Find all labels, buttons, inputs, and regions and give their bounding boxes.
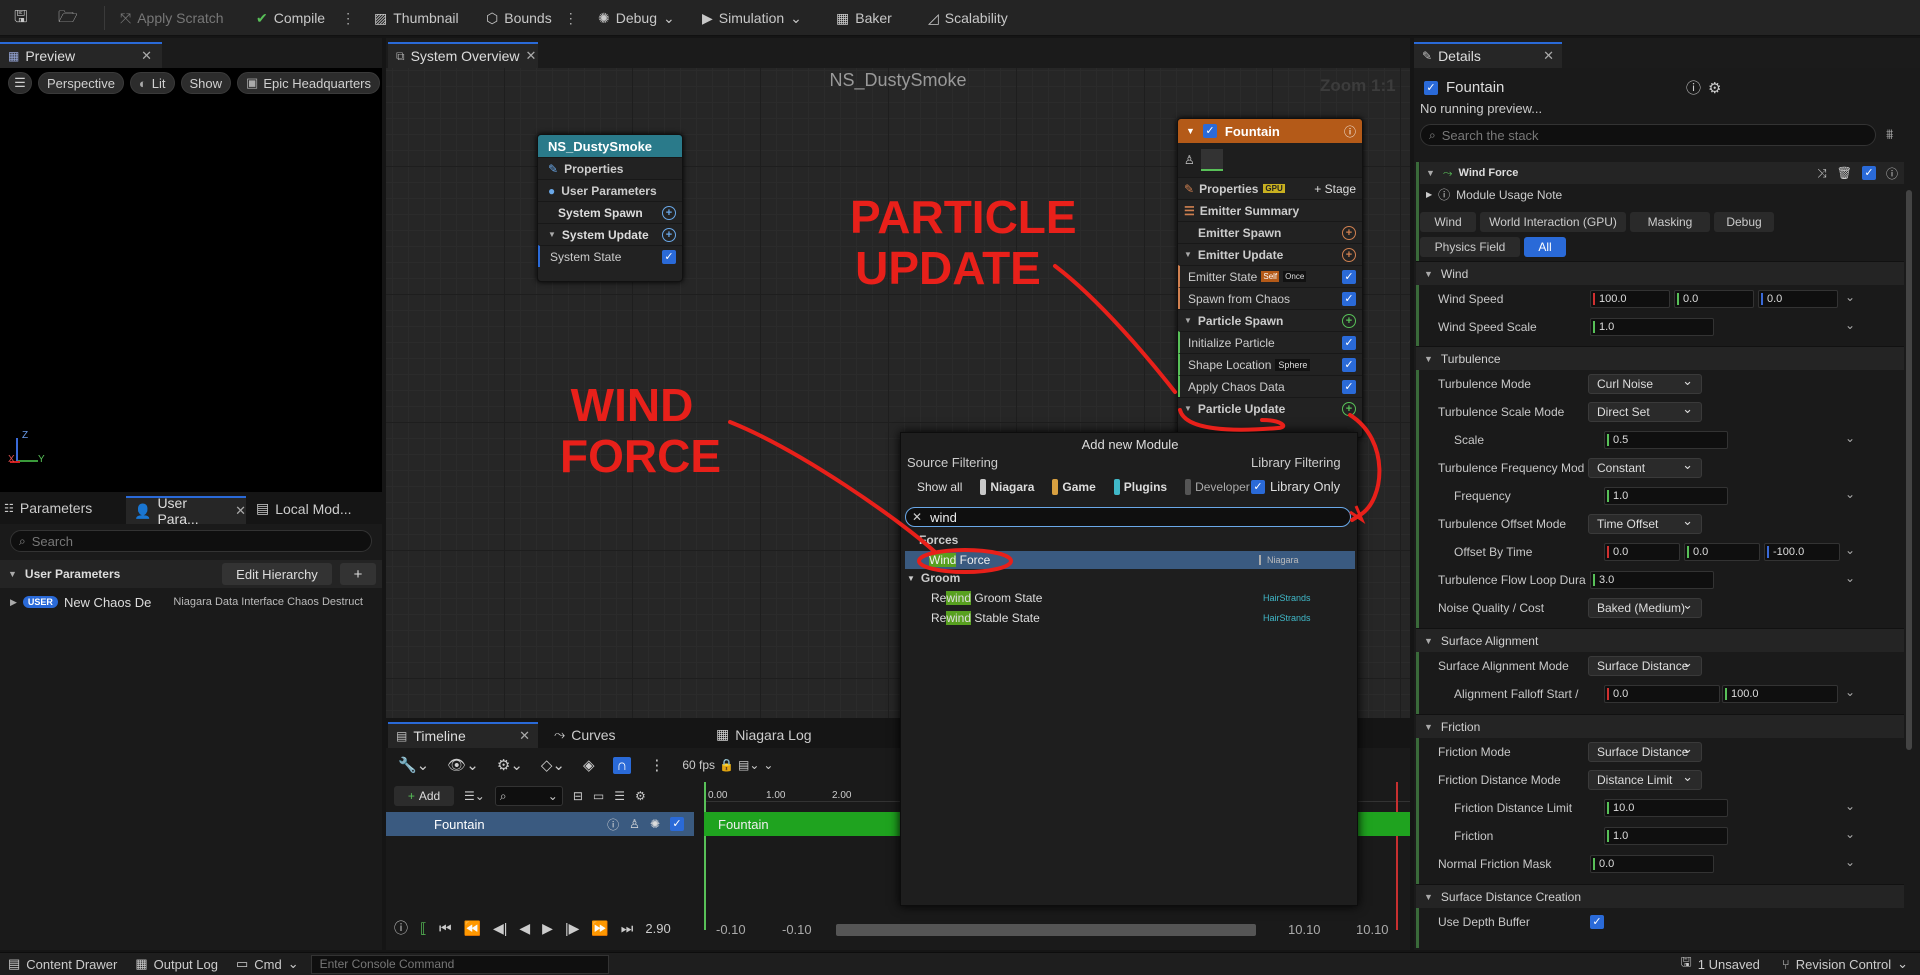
- terminal-icon: ▭: [235, 956, 249, 971]
- normal-friction-mask-input[interactable]: 0.0: [1590, 855, 1714, 873]
- revision-icon: ⑂: [1781, 956, 1790, 972]
- section-surface-alignment[interactable]: ▼ Surface Alignment: [1416, 628, 1904, 652]
- section-wind[interactable]: ▼ Wind: [1416, 261, 1904, 285]
- scale-input[interactable]: 0.5: [1604, 431, 1728, 449]
- turbulence-scale-mode-select[interactable]: Direct Set: [1588, 400, 1702, 422]
- section-surface-distance-creation[interactable]: ▼ Surface Distance Creation: [1416, 884, 1904, 908]
- cmd-selector[interactable]: ▭ Cmd ⌄: [236, 956, 299, 972]
- info-icon: ⓘ: [1438, 188, 1451, 202]
- chevron-down-icon[interactable]: ⌄: [1845, 685, 1855, 699]
- annotation-underline-particle: [1178, 408, 1286, 432]
- console-command-input[interactable]: Enter Console Command: [310, 954, 609, 974]
- offset-y-input[interactable]: 0.0: [1684, 543, 1760, 561]
- revision-control-button[interactable]: ⑂ Revision Control ⌄: [1782, 956, 1908, 972]
- stack-search-input[interactable]: ⌕ Search the stack: [1420, 124, 1876, 146]
- annotation-wind-force: WIND FORCE: [560, 379, 721, 482]
- annotation-circle-wind-force: [917, 548, 1013, 574]
- chevron-down-icon[interactable]: ⌄: [1845, 318, 1855, 332]
- module-usage-note[interactable]: ▶ ⓘ Module Usage Note: [1420, 186, 1562, 203]
- chevron-down-icon[interactable]: ⌄: [1845, 290, 1855, 304]
- friction-input[interactable]: 1.0: [1604, 827, 1728, 845]
- search-icon: ⌕: [1429, 127, 1436, 142]
- status-bar: ▤ Content Drawer ▦ Output Log ▭ Cmd ⌄ Enter …: [0, 952, 1920, 975]
- filter-icon[interactable]: ⩩: [1886, 126, 1893, 143]
- friction-distance-mode-select[interactable]: Distance Limit: [1588, 768, 1702, 790]
- frequency-input[interactable]: 1.0: [1604, 487, 1728, 505]
- category-wind[interactable]: Wind: [1420, 212, 1476, 232]
- chevron-down-icon: ⌄: [1897, 956, 1908, 971]
- surface-alignment-mode-select[interactable]: Surface Distance: [1588, 654, 1702, 676]
- align-falloff-end-input[interactable]: 100.0: [1722, 685, 1838, 703]
- gear-icon[interactable]: ⚙: [1708, 79, 1721, 97]
- use-depth-buffer-checkbox[interactable]: ✓: [1590, 915, 1604, 929]
- align-falloff-start-input[interactable]: 0.0: [1604, 685, 1720, 703]
- output-log-button[interactable]: ▦ Output Log: [135, 956, 218, 972]
- module-icon: ⤳: [1442, 165, 1453, 180]
- offset-x-input[interactable]: 0.0: [1604, 543, 1680, 561]
- category-masking[interactable]: Masking: [1630, 212, 1710, 232]
- chevron-down-icon[interactable]: ⌄: [1845, 431, 1855, 445]
- module-enable-checkbox[interactable]: ✓: [1861, 166, 1876, 180]
- section-friction[interactable]: ▼ Friction: [1416, 714, 1904, 738]
- category-physics-field[interactable]: Physics Field: [1420, 237, 1520, 257]
- friction-distance-limit-input[interactable]: 10.0: [1604, 799, 1728, 817]
- delete-icon[interactable]: 🗑: [1837, 166, 1852, 180]
- annotation-arrow-add: [1348, 413, 1382, 522]
- emitter-enable-checkbox[interactable]: ✓: [1424, 80, 1438, 95]
- shuffle-icon[interactable]: ⤨: [1817, 166, 1827, 181]
- info-icon[interactable]: ⓘ: [1686, 77, 1701, 98]
- turbulence-mode-select[interactable]: Curl Noise: [1588, 372, 1702, 394]
- category-debug[interactable]: Debug: [1714, 212, 1774, 232]
- info-icon[interactable]: ⓘ: [1886, 165, 1898, 182]
- unsaved-button[interactable]: 🖫 1 Unsaved: [1681, 953, 1760, 975]
- wind-speed-scale-input[interactable]: 1.0: [1590, 318, 1714, 336]
- collapse-icon[interactable]: ▼: [1426, 168, 1435, 178]
- details-header: ✓ Fountain ⓘ ⚙: [1424, 79, 1721, 97]
- turbulence-frequency-mode-select[interactable]: Constant: [1588, 456, 1702, 478]
- preview-status: No running preview...: [1420, 101, 1543, 116]
- chevron-down-icon[interactable]: ⌄: [1845, 571, 1855, 585]
- flow-loop-input[interactable]: 3.0: [1590, 571, 1714, 589]
- chevron-down-icon[interactable]: ⌄: [1845, 827, 1855, 841]
- annotation-arrow-wind: [728, 420, 937, 554]
- noise-quality-select[interactable]: Baked (Medium): [1588, 596, 1702, 618]
- save-icon: 🖫: [1680, 954, 1692, 969]
- tab-details[interactable]: ✎ Details ✕: [1414, 42, 1562, 68]
- category-all[interactable]: All: [1524, 237, 1566, 257]
- friction-mode-select[interactable]: Surface Distance: [1588, 740, 1702, 762]
- module-header-wind-force[interactable]: ▼ ⤳ Wind Force ⤨ 🗑 ✓ ⓘ: [1420, 162, 1904, 184]
- log-icon: ▦: [135, 956, 148, 971]
- wind-speed-z-input[interactable]: 0.0: [1758, 290, 1838, 308]
- chevron-down-icon[interactable]: ⌄: [1845, 543, 1855, 557]
- details-scrollbar[interactable]: [1906, 190, 1912, 750]
- close-icon[interactable]: ✕: [1543, 48, 1554, 64]
- content-drawer-button[interactable]: ▤ Content Drawer: [8, 956, 117, 972]
- wind-speed-x-input[interactable]: 100.0: [1590, 290, 1670, 308]
- annotation-particle-update: PARTICLE UPDATE: [850, 191, 1077, 294]
- wind-speed-y-input[interactable]: 0.0: [1674, 290, 1754, 308]
- details-icon: ✎: [1422, 49, 1433, 63]
- annotation-arrow-particle: [1053, 264, 1177, 394]
- turbulence-offset-mode-select[interactable]: Time Offset: [1588, 512, 1702, 534]
- chevron-down-icon[interactable]: ⌄: [1845, 487, 1855, 501]
- drawer-icon: ▤: [8, 956, 21, 971]
- offset-z-input[interactable]: -100.0: [1764, 543, 1840, 561]
- section-turbulence[interactable]: ▼ Turbulence: [1416, 346, 1904, 370]
- chevron-down-icon[interactable]: ⌄: [1845, 799, 1855, 813]
- details-tabbar: ✎ Details ✕: [1414, 38, 1920, 68]
- category-world-interaction[interactable]: World Interaction (GPU): [1480, 212, 1626, 232]
- expand-icon: ▶: [1426, 190, 1433, 199]
- chevron-down-icon: ⌄: [287, 956, 299, 971]
- chevron-down-icon[interactable]: ⌄: [1845, 855, 1855, 869]
